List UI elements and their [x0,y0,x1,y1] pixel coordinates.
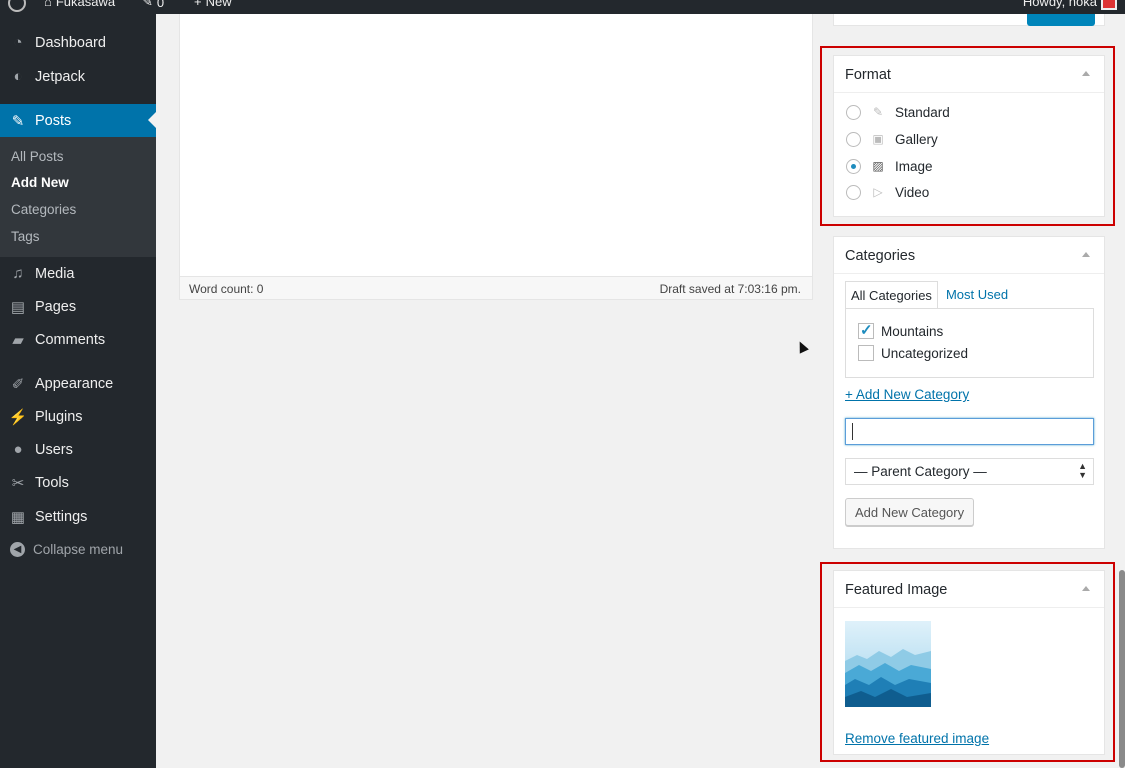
avatar[interactable] [1101,0,1117,10]
menu-comments[interactable]: ▰ Comments [0,323,156,356]
word-count: Word count: 0 [189,282,264,296]
comment-icon: ✎ [142,0,153,9]
category-checkbox-mountains[interactable] [858,321,874,339]
categories-box: Categories All Categories Most Used Moun… [833,236,1105,549]
menu-posts-label: Posts [35,112,72,129]
page-scrollbar[interactable] [1119,570,1125,768]
menu-plugins-label: Plugins [35,408,83,425]
plus-icon: + [194,0,202,9]
menu-media-label: Media [35,265,75,282]
submenu-all-posts[interactable]: All Posts [11,149,64,164]
new-label: New [205,0,232,9]
new-category-input[interactable] [845,418,1094,445]
draft-saved-status: Draft saved at 7:03:16 pm. [659,282,801,296]
collapse-menu-button[interactable]: ◀ Collapse menu [0,533,156,566]
tab-all-categories[interactable]: All Categories [845,281,938,309]
format-box-highlight [820,46,1115,226]
menu-plugins[interactable]: ⚡ Plugins [0,400,156,433]
publish-button[interactable] [1027,14,1095,26]
site-name-label: Fukasawa [55,0,116,9]
comments-link[interactable]: ✎ 0 [142,0,164,10]
menu-settings[interactable]: ▦ Settings [0,500,156,533]
submenu-tags[interactable]: Tags [11,229,40,244]
collapse-menu-label: Collapse menu [33,542,124,557]
tab-most-used[interactable]: Most Used [941,281,1013,309]
menu-dashboard-label: Dashboard [35,34,106,51]
pushpin-icon: ✎ [11,112,25,130]
menu-jetpack[interactable]: ◐ Jetpack [0,60,156,93]
menu-users[interactable]: ● Users [0,433,156,466]
mouse-pointer-icon [795,339,809,354]
parent-category-select[interactable]: — Parent Category — ▲ ▼ [845,458,1094,485]
category-checklist: Mountains Uncategorized [845,308,1094,378]
post-editor-content[interactable] [179,14,813,276]
editor-status-bar: Word count: 0 Draft saved at 7:03:16 pm. [179,276,813,300]
submenu-categories[interactable]: Categories [11,202,76,217]
category-item-uncategorized[interactable]: Uncategorized [858,345,968,361]
menu-appearance[interactable]: ✐ Appearance [0,367,156,400]
category-item-mountains[interactable]: Mountains [858,321,944,339]
settings-icon: ▦ [10,508,26,526]
menu-media[interactable]: ♫ Media [0,257,156,290]
dashboard-icon: ◔ [13,34,23,51]
site-name-link[interactable]: ⌂ Fukasawa [44,0,115,9]
wrench-icon: ✂ [11,474,25,492]
category-label-mountains: Mountains [881,323,944,339]
menu-tools[interactable]: ✂ Tools [0,466,156,499]
categories-box-header[interactable]: Categories [834,237,1104,274]
jetpack-icon: ◐ [13,68,23,85]
menu-pages[interactable]: ▤ Pages [0,290,156,323]
menu-posts[interactable]: ✎ Posts [0,104,156,137]
categories-box-title: Categories [845,248,916,264]
menu-jetpack-label: Jetpack [35,68,85,85]
home-icon: ⌂ [44,0,52,9]
select-arrows-icon: ▲ ▼ [1078,461,1087,480]
menu-tools-label: Tools [35,474,69,491]
wordpress-logo-icon[interactable] [8,0,26,12]
menu-settings-label: Settings [35,508,88,525]
submenu-add-new[interactable]: Add New [11,175,69,190]
user-icon: ● [13,441,23,458]
menu-users-label: Users [35,441,73,458]
menu-pages-label: Pages [35,298,77,315]
comments-count: 0 [156,0,165,10]
howdy-account[interactable]: Howdy, noka [1023,0,1097,9]
comment-icon: ▰ [12,331,24,349]
collapse-toggle-icon[interactable] [1082,252,1090,257]
pages-icon: ▤ [10,298,26,316]
text-caret [852,423,853,440]
media-icon: ♫ [12,265,24,282]
menu-appearance-label: Appearance [35,375,114,392]
category-checkbox-uncategorized[interactable] [858,345,874,361]
new-content-link[interactable]: + New [194,0,232,9]
admin-bar: ⌂ Fukasawa ✎ 0 + New Howdy, noka [0,0,1125,14]
category-label-uncategorized: Uncategorized [881,345,969,361]
category-tabs: All Categories Most Used [845,281,1013,309]
add-new-category-link[interactable]: + Add New Category [845,387,969,402]
collapse-arrow-icon: ◀ [10,542,25,557]
plug-icon: ⚡ [8,408,28,426]
menu-comments-label: Comments [35,331,106,348]
add-new-category-button[interactable]: Add New Category [845,498,975,526]
brush-icon: ✐ [11,375,25,393]
featured-image-highlight [820,562,1115,762]
menu-dashboard[interactable]: ◔ Dashboard [0,26,156,59]
parent-category-value: — Parent Category — [854,464,987,479]
